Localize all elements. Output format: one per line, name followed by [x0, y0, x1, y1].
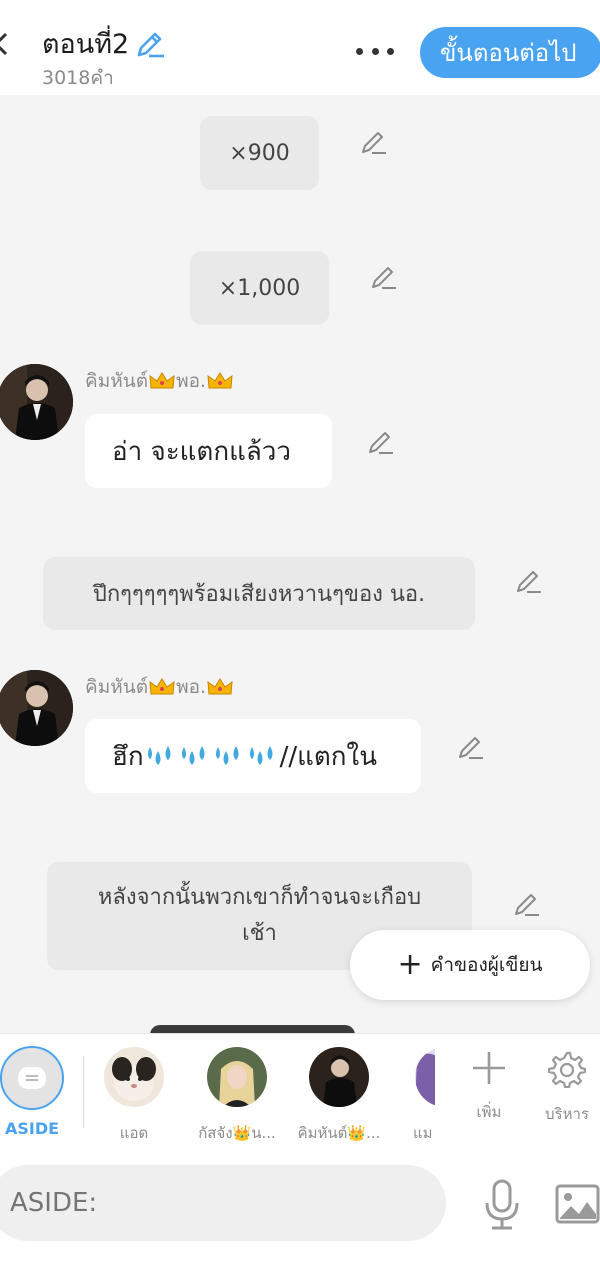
narration-bubble[interactable]: ×900 — [200, 116, 319, 190]
word-count: 3018คำ — [42, 67, 114, 89]
pencil-icon[interactable] — [370, 263, 398, 291]
character-avatar — [207, 1047, 267, 1107]
character-avatar[interactable] — [0, 364, 73, 440]
character-label: แอด — [119, 1124, 149, 1142]
narration-bubble[interactable]: ปึกๆๆๆๆๆพร้อมเสียงหวานๆของ นอ. — [43, 557, 475, 630]
plus-icon: + — [397, 947, 423, 982]
top-bar: ตอนที่2 3018คำ ขั้นตอนต่อไป — [0, 0, 600, 95]
message-text-start: ฮึก — [112, 741, 144, 772]
sender-name-text: คิมหันต์ — [85, 676, 149, 698]
crown-icon — [149, 372, 175, 389]
pencil-icon[interactable] — [367, 428, 395, 456]
more-icon[interactable] — [356, 48, 394, 56]
edit-title-pencil-icon[interactable] — [135, 29, 165, 59]
character-aside[interactable]: ASIDE — [0, 1046, 77, 1138]
character-avatar — [104, 1047, 164, 1107]
water-drop-icon — [215, 746, 239, 765]
narration-text: ×900 — [229, 140, 290, 166]
sender-name: คิมหันต์ พอ. — [85, 672, 234, 702]
water-drop-icon — [249, 746, 273, 765]
character-item[interactable]: กัสจัง👑น... — [192, 1047, 282, 1145]
character-label: แม — [413, 1124, 433, 1142]
episode-title-group: ตอนที่2 — [42, 22, 165, 65]
character-item[interactable]: แม — [395, 1047, 435, 1145]
aside-label: ASIDE — [4, 1119, 60, 1138]
crown-icon — [149, 678, 175, 695]
pencil-icon[interactable] — [360, 128, 388, 156]
character-message-bubble[interactable]: อ่า จะแตกแล้วว — [85, 414, 332, 488]
character-message-bubble[interactable]: ฮึก //แตกใน — [85, 719, 421, 793]
divider — [83, 1056, 84, 1128]
pencil-icon[interactable] — [515, 567, 543, 595]
sender-suffix: พอ. — [176, 676, 207, 698]
manage-label: บริหาร — [545, 1105, 589, 1123]
character-avatar — [309, 1047, 369, 1107]
pencil-icon[interactable] — [457, 733, 485, 761]
crown-icon — [207, 372, 233, 389]
add-label: เพิ่ม — [476, 1103, 502, 1121]
sender-suffix: พอ. — [176, 370, 207, 392]
add-character-button[interactable]: เพิ่ม — [454, 1050, 524, 1124]
character-selector-bar: ASIDE แอด กัสจัง👑น... คิมหันต์👑... แม เพ… — [0, 1033, 600, 1151]
author-note-button[interactable]: + คำของผู้เขียน — [350, 930, 590, 1000]
aside-icon-circle — [0, 1046, 64, 1110]
aside-chat-icon — [18, 1067, 46, 1089]
character-avatar — [415, 1047, 435, 1107]
narration-text-line1: หลังจากนั้นพวกเขาก็ทำจนจะเกือบ — [97, 885, 422, 910]
gear-icon — [547, 1051, 587, 1089]
message-text: อ่า จะแตกแล้วว — [112, 436, 291, 467]
sender-name-text: คิมหันต์ — [85, 370, 149, 392]
next-step-button[interactable]: ขั้นตอนต่อไป — [420, 27, 600, 78]
character-avatar[interactable] — [0, 670, 73, 746]
character-item[interactable]: คิมหันต์👑... — [294, 1047, 384, 1145]
author-note-label: คำของผู้เขียน — [430, 954, 543, 976]
water-drop-icon — [147, 746, 171, 765]
narration-text-line2: เช้า — [242, 921, 277, 946]
character-label: คิมหันต์👑... — [297, 1124, 381, 1142]
message-text-end: //แตกใน — [279, 741, 377, 772]
character-item[interactable]: แอด — [89, 1047, 179, 1145]
episode-title: ตอนที่2 — [42, 29, 130, 60]
message-input[interactable] — [0, 1165, 446, 1241]
plus-icon — [473, 1052, 505, 1084]
narration-text: ปึกๆๆๆๆๆพร้อมเสียงหวานๆของ นอ. — [92, 582, 426, 607]
input-bar — [0, 1151, 600, 1267]
narration-bubble[interactable]: ×1,000 — [190, 251, 329, 325]
character-label: กัสจัง👑น... — [198, 1124, 276, 1142]
image-icon[interactable] — [555, 1184, 600, 1224]
water-drop-icon — [181, 746, 205, 765]
crown-icon — [207, 678, 233, 695]
sender-name: คิมหันต์ พอ. — [85, 366, 234, 396]
back-icon[interactable] — [0, 32, 8, 56]
pencil-icon[interactable] — [513, 890, 541, 918]
mic-icon[interactable] — [482, 1179, 522, 1231]
narration-text: ×1,000 — [218, 275, 301, 301]
manage-button[interactable]: บริหาร — [532, 1050, 600, 1126]
